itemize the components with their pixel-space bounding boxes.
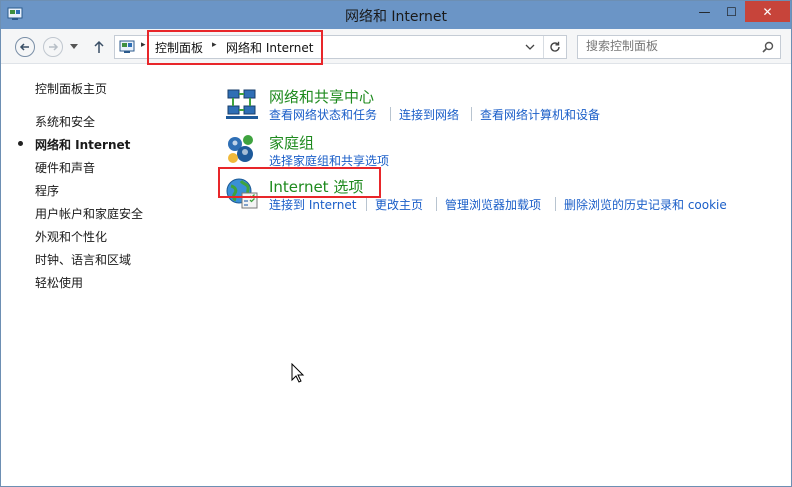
sidebar-item-ease-of-access[interactable]: 轻松使用 [35, 274, 83, 291]
link-view-network-status[interactable]: 查看网络状态和任务 [269, 106, 377, 123]
search-button[interactable] [759, 38, 777, 56]
link-separator [366, 197, 367, 211]
sidebar-item-user-accounts[interactable]: 用户帐户和家庭安全 [35, 205, 143, 222]
sidebar-item-network-internet[interactable]: 网络和 Internet [18, 136, 131, 153]
link-separator [471, 107, 472, 121]
link-homegroup-sharing-options[interactable]: 选择家庭组和共享选项 [269, 152, 389, 169]
link-change-home-page[interactable]: 更改主页 [375, 196, 423, 213]
sidebar-item-programs[interactable]: 程序 [35, 182, 59, 199]
breadcrumb-separator[interactable]: ▸ [141, 40, 146, 50]
refresh-icon [550, 41, 560, 52]
sidebar-item-appearance[interactable]: 外观和个性化 [35, 228, 107, 245]
network-sharing-center-icon [226, 89, 258, 119]
chevron-down-icon [525, 44, 535, 50]
maximize-button[interactable]: ☐ [718, 1, 745, 22]
link-connect-to-internet[interactable]: 连接到 Internet [269, 196, 356, 213]
sidebar-item-hardware-sound[interactable]: 硬件和声音 [35, 159, 95, 176]
category-title-internet-options[interactable]: Internet 选项 [269, 176, 363, 197]
search-input[interactable] [578, 36, 756, 56]
breadcrumb-separator[interactable]: ▸ [212, 40, 217, 50]
sidebar-item-system-security[interactable]: 系统和安全 [35, 113, 95, 130]
link-connect-to-network[interactable]: 连接到网络 [399, 106, 459, 123]
category-title-network-sharing-center[interactable]: 网络和共享中心 [269, 86, 374, 107]
up-button[interactable] [91, 37, 107, 57]
link-separator [390, 107, 391, 121]
sidebar-item-clock-language-region[interactable]: 时钟、语言和区域 [35, 251, 131, 268]
recent-locations-button[interactable] [67, 37, 81, 57]
refresh-button[interactable] [543, 36, 566, 58]
homegroup-icon [228, 135, 253, 163]
search-box [577, 35, 781, 59]
breadcrumb-network-internet[interactable]: 网络和 Internet [226, 39, 313, 56]
minimize-button[interactable]: — [691, 1, 718, 22]
close-button[interactable]: ✕ [745, 1, 790, 22]
category-title-homegroup[interactable]: 家庭组 [269, 132, 314, 153]
sidebar-item-label: 网络和 Internet [35, 138, 131, 152]
title-bar[interactable]: 网络和 Internet — ☐ ✕ [1, 1, 791, 29]
navigation-bar: ▸ 控制面板 ▸ 网络和 Internet [1, 29, 791, 64]
link-delete-browsing-history[interactable]: 删除浏览的历史记录和 cookie [564, 196, 727, 213]
sidebar-item-control-panel-home[interactable]: 控制面板主页 [35, 80, 107, 97]
mouse-cursor-icon [291, 363, 305, 383]
control-panel-icon [119, 40, 135, 53]
address-bar[interactable]: ▸ 控制面板 ▸ 网络和 Internet [114, 35, 567, 59]
search-icon [762, 41, 774, 53]
link-separator [436, 197, 437, 211]
forward-button[interactable] [43, 37, 63, 57]
address-dropdown-button[interactable] [521, 36, 539, 58]
chevron-down-icon [70, 44, 78, 49]
back-button[interactable] [15, 37, 35, 57]
link-separator [555, 197, 556, 211]
window-title: 网络和 Internet [344, 9, 448, 25]
link-view-network-computers[interactable]: 查看网络计算机和设备 [480, 106, 600, 123]
link-manage-browser-addons[interactable]: 管理浏览器加载项 [445, 196, 541, 213]
arrow-right-icon [49, 43, 59, 51]
arrow-up-icon [94, 40, 104, 53]
internet-options-icon [226, 178, 258, 209]
active-bullet-icon [18, 141, 23, 146]
breadcrumb-control-panel[interactable]: 控制面板 [155, 39, 203, 56]
arrow-left-icon [19, 43, 29, 51]
control-panel-window: 网络和 Internet — ☐ ✕ ▸ 控制面板 ▸ 网络和 Internet… [0, 0, 792, 487]
